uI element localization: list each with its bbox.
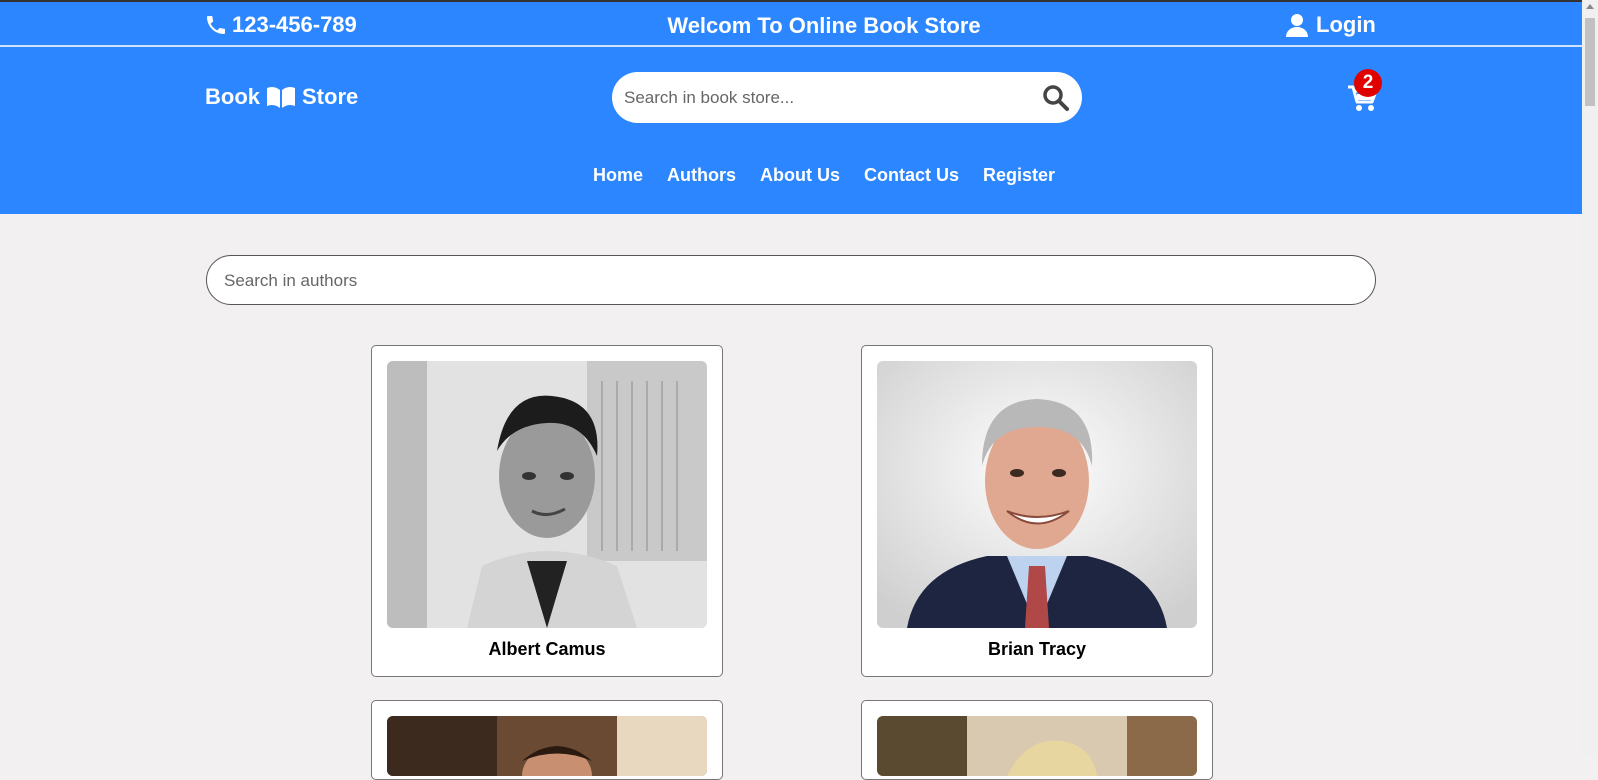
store-search-box [612,72,1082,123]
cart-count-badge: 2 [1354,69,1382,97]
scroll-up-arrow-icon[interactable] [1586,4,1594,9]
top-bar: 123-456-789 Welcom To Online Book Store … [0,0,1582,47]
author-name: Brian Tracy [987,639,1087,659]
store-search-input[interactable] [622,80,1026,116]
author-card[interactable] [371,700,723,780]
authors-search-box [206,255,1376,305]
nav-authors[interactable]: Authors [667,165,736,186]
author-card[interactable]: Albert Camus [371,345,723,677]
page-scrollbar[interactable] [1582,0,1598,755]
author-photo [877,361,1197,628]
author-card[interactable] [861,700,1213,780]
author-photo [877,716,1197,776]
main-nav: Home Authors About Us Contact Us Registe… [0,165,1598,186]
search-icon[interactable] [1042,84,1070,112]
authors-search-input[interactable] [222,264,1346,298]
author-photo [387,716,707,776]
logo-text-left: Book [205,84,260,109]
nav-register[interactable]: Register [983,165,1055,186]
author-name: Albert Camus [488,639,606,659]
nav-contact-us[interactable]: Contact Us [864,165,959,186]
user-icon [1286,14,1308,37]
nav-home[interactable]: Home [593,165,643,186]
login-label: Login [1316,12,1376,37]
login-link[interactable]: Login [1286,12,1376,38]
open-book-icon [267,86,295,108]
store-logo[interactable]: Book Store [205,84,358,110]
author-card[interactable]: Brian Tracy [861,345,1213,677]
nav-about-us[interactable]: About Us [760,165,840,186]
scrollbar-thumb[interactable] [1585,18,1595,106]
logo-text-right: Store [302,84,359,109]
author-photo [387,361,707,628]
main-header: Book Store 2 Home Authors About Us Conta… [0,47,1582,214]
